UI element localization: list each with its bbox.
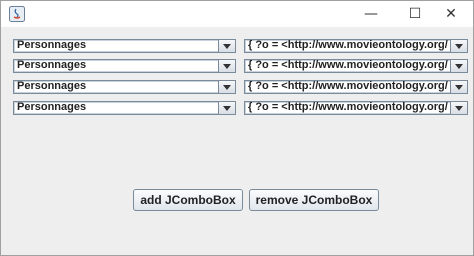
combo-selected-value: { ?o = <http://www.movieontology.org/2..…: [248, 80, 448, 92]
chevron-down-icon[interactable]: [450, 60, 467, 72]
chevron-down-icon[interactable]: [218, 40, 235, 52]
category-combo-4[interactable]: Personnages: [13, 101, 236, 115]
minimize-icon: —: [364, 6, 378, 22]
content-pane: Personnages { ?o = <http://www.movieonto…: [1, 27, 473, 255]
close-button[interactable]: ✕: [429, 1, 473, 27]
combo-selected-value: { ?o = <http://www.movieontology.org/2..…: [248, 101, 448, 113]
chevron-down-icon[interactable]: [218, 81, 235, 93]
combo-selected-value: Personnages: [17, 39, 87, 51]
combo-selected-value: Personnages: [17, 59, 87, 71]
chevron-down-icon[interactable]: [450, 81, 467, 93]
chevron-down-icon[interactable]: [450, 40, 467, 52]
query-combo-3[interactable]: { ?o = <http://www.movieontology.org/2..…: [244, 80, 468, 94]
chevron-down-icon[interactable]: [218, 102, 235, 114]
query-combo-1[interactable]: { ?o = <http://www.movieontology.org/2..…: [244, 39, 468, 53]
combo-selected-value: { ?o = <http://www.movieontology.org/2..…: [248, 59, 448, 71]
app-window: — ☐ ✕ Personnages { ?o = <http://www.mov…: [0, 0, 474, 256]
title-bar: — ☐ ✕: [1, 1, 473, 27]
combo-selected-value: Personnages: [17, 80, 87, 92]
remove-jcombobox-button[interactable]: remove JComboBox: [249, 189, 379, 211]
minimize-button[interactable]: —: [349, 1, 393, 27]
chevron-down-icon[interactable]: [218, 60, 235, 72]
query-combo-4[interactable]: { ?o = <http://www.movieontology.org/2..…: [244, 101, 468, 115]
category-combo-2[interactable]: Personnages: [13, 59, 236, 73]
add-jcombobox-button[interactable]: add JComboBox: [133, 189, 243, 211]
category-combo-3[interactable]: Personnages: [13, 80, 236, 94]
category-combo-1[interactable]: Personnages: [13, 39, 236, 53]
maximize-icon: ☐: [408, 6, 422, 22]
close-icon: ✕: [445, 6, 457, 22]
query-combo-2[interactable]: { ?o = <http://www.movieontology.org/2..…: [244, 59, 468, 73]
combo-selected-value: Personnages: [17, 101, 87, 113]
combo-selected-value: { ?o = <http://www.movieontology.org/2..…: [248, 39, 448, 51]
java-icon: [9, 6, 25, 22]
chevron-down-icon[interactable]: [450, 102, 467, 114]
